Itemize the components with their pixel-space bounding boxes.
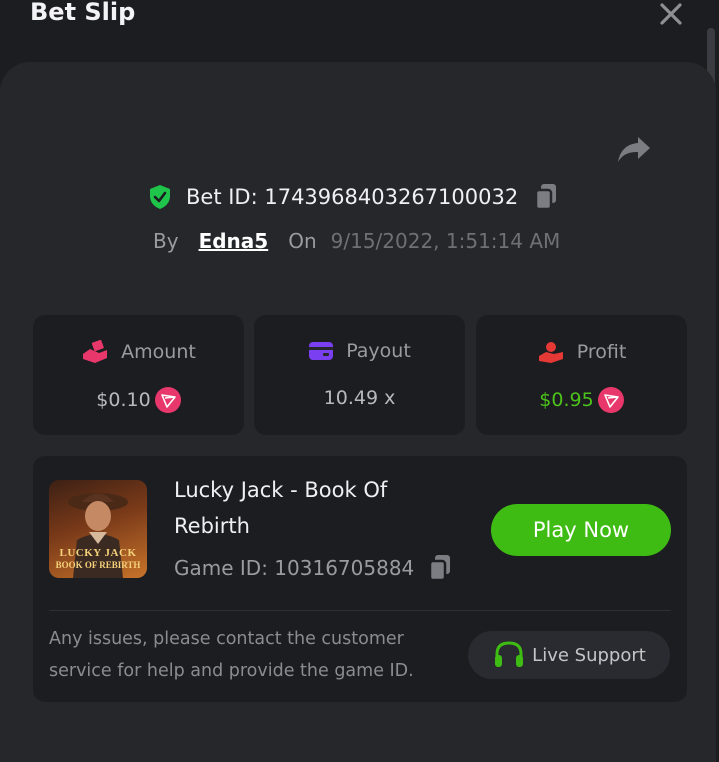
card-icon: [309, 342, 334, 360]
game-id: Game ID: 10316705884: [174, 556, 415, 580]
bet-id: Bet ID: 1743968403267100032: [186, 185, 519, 209]
play-now-button[interactable]: Play Now: [491, 504, 671, 556]
bet-meta-row: By Edna5 On 9/15/2022, 1:51:14 AM: [153, 224, 560, 258]
by-label: By: [153, 229, 179, 253]
payout-card: Payout 10.49 x: [254, 315, 465, 435]
copy-icon[interactable]: [534, 183, 558, 211]
shield-check-icon: [150, 185, 170, 209]
bet-id-row: Bet ID: 1743968403267100032: [148, 181, 558, 213]
on-label: On: [288, 229, 317, 253]
hand-coins-icon: [83, 340, 108, 363]
payout-label: Payout: [346, 340, 411, 362]
amount-card: Amount $0.10: [33, 315, 244, 435]
profit-value: $0.95: [539, 389, 594, 411]
divider: [49, 610, 671, 611]
live-support-button[interactable]: Live Support: [468, 631, 670, 679]
page-title: Bet Slip: [30, 0, 136, 26]
profit-label: Profit: [576, 341, 627, 363]
amount-value: $0.10: [96, 389, 151, 411]
payout-value: 10.49 x: [323, 387, 396, 409]
username-link[interactable]: Edna5: [199, 229, 269, 253]
amount-label: Amount: [121, 341, 196, 363]
close-icon[interactable]: [657, 0, 685, 28]
live-support-label: Live Support: [532, 644, 646, 666]
copy-icon[interactable]: [428, 554, 452, 582]
bet-date: 9/15/2022, 1:51:14 AM: [330, 229, 561, 253]
share-icon[interactable]: [616, 133, 652, 165]
thumbnail-title: LUCKY JACK: [59, 547, 137, 559]
hand-heart-icon: [538, 342, 563, 363]
thumbnail-subtitle: BOOK OF REBIRTH: [55, 560, 141, 570]
support-notice: Any issues, please contact the customer …: [49, 629, 414, 681]
tron-coin-icon: [597, 387, 624, 413]
game-card: LUCKY JACK BOOK OF REBIRTH Lucky Jack - …: [33, 456, 687, 702]
tron-coin-icon: [154, 387, 181, 413]
profit-card: Profit $0.95: [476, 315, 687, 435]
game-id-row: Game ID: 10316705884: [174, 554, 452, 582]
game-thumbnail[interactable]: LUCKY JACK BOOK OF REBIRTH: [49, 480, 147, 578]
header: Bet Slip: [0, 0, 719, 40]
headset-icon: [495, 641, 524, 667]
game-title: Lucky Jack - Book Of Rebirth: [174, 478, 388, 538]
